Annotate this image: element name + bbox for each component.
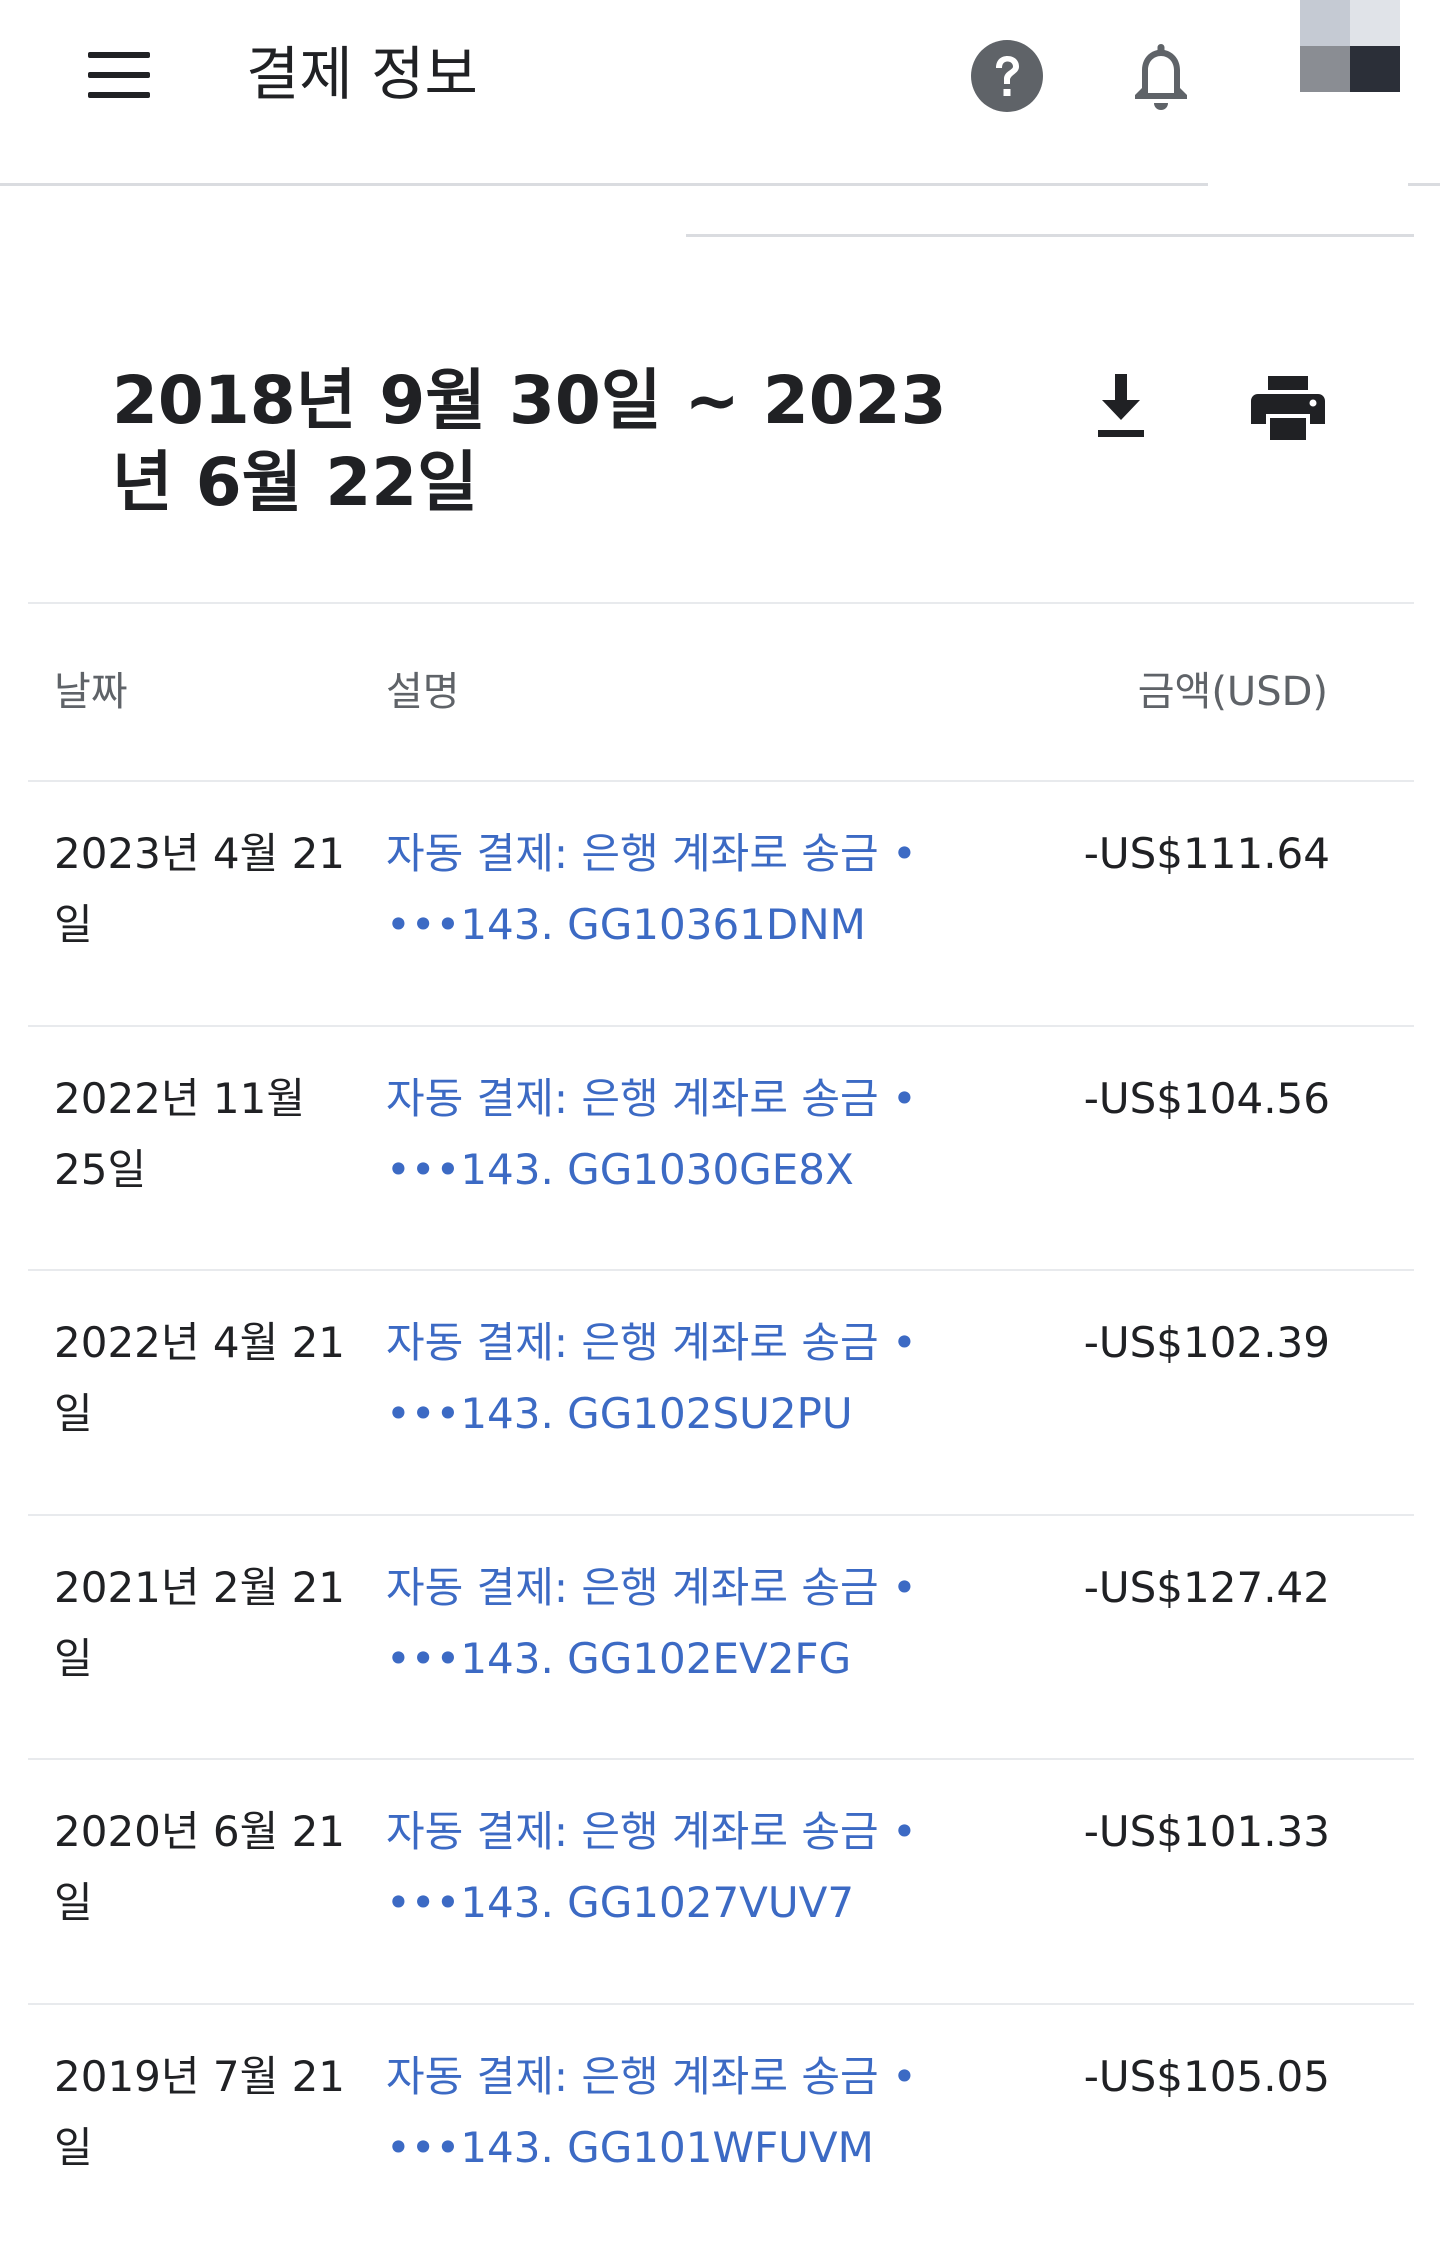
bell-icon[interactable]: [1126, 38, 1196, 116]
table-row[interactable]: 2022년 11월 25일 자동 결제: 은행 계좌로 송금 • •••143.…: [28, 1027, 1414, 1271]
row-date: 2023년 4월 21일: [54, 829, 346, 949]
table-row[interactable]: 2020년 6월 21일 자동 결제: 은행 계좌로 송금 • •••143. …: [28, 1760, 1414, 2004]
row-date: 2021년 2월 21일: [54, 1563, 346, 1683]
avatar[interactable]: [1300, 0, 1400, 92]
menu-icon[interactable]: [84, 52, 154, 100]
column-header-description: 설명: [386, 669, 460, 715]
statement-period: 2018년 9월 30일 ~ 2023년 6월 22일: [112, 362, 947, 521]
column-header-date: 날짜: [54, 669, 128, 715]
print-icon[interactable]: [1250, 374, 1326, 442]
row-amount: -US$104.56: [1083, 1074, 1330, 1123]
row-date: 2020년 6월 21일: [54, 1807, 346, 1927]
table-row[interactable]: 2023년 4월 21일 자동 결제: 은행 계좌로 송금 • •••143. …: [28, 782, 1414, 1026]
download-icon[interactable]: [1086, 370, 1156, 444]
divider: [686, 234, 1414, 237]
table-row[interactable]: 2021년 2월 21일 자동 결제: 은행 계좌로 송금 • •••143. …: [28, 1516, 1414, 1760]
row-description-link[interactable]: 자동 결제: 은행 계좌로 송금 • •••143. GG102EV2FG: [386, 1552, 976, 1694]
column-header-amount: 금액(USD): [1137, 669, 1328, 715]
table-row[interactable]: 2019년 7월 21일 자동 결제: 은행 계좌로 송금 • •••143. …: [28, 2005, 1414, 2243]
divider: [1408, 183, 1440, 186]
page-title: 결제 정보: [246, 40, 478, 108]
table-row[interactable]: 2022년 4월 21일 자동 결제: 은행 계좌로 송금 • •••143. …: [28, 1271, 1414, 1515]
row-description-link[interactable]: 자동 결제: 은행 계좌로 송금 • •••143. GG101WFUVM: [386, 2041, 976, 2183]
divider: [0, 183, 1208, 186]
help-icon[interactable]: [970, 39, 1044, 113]
app-bar: 결제 정보: [0, 0, 1440, 186]
row-amount: -US$105.05: [1083, 2052, 1330, 2101]
row-description-link[interactable]: 자동 결제: 은행 계좌로 송금 • •••143. GG102SU2PU: [386, 1307, 976, 1449]
row-amount: -US$101.33: [1083, 1807, 1330, 1856]
divider: [28, 602, 1414, 604]
row-amount: -US$102.39: [1083, 1318, 1330, 1367]
row-description-link[interactable]: 자동 결제: 은행 계좌로 송금 • •••143. GG10361DNM: [386, 818, 976, 960]
row-amount: -US$127.42: [1083, 1563, 1330, 1612]
row-amount: -US$111.64: [1083, 829, 1330, 878]
row-date: 2019년 7월 21일: [54, 2052, 346, 2172]
row-date: 2022년 4월 21일: [54, 1318, 346, 1438]
row-date: 2022년 11월 25일: [54, 1074, 305, 1194]
row-description-link[interactable]: 자동 결제: 은행 계좌로 송금 • •••143. GG1030GE8X: [386, 1063, 976, 1205]
row-description-link[interactable]: 자동 결제: 은행 계좌로 송금 • •••143. GG1027VUV7: [386, 1796, 976, 1938]
